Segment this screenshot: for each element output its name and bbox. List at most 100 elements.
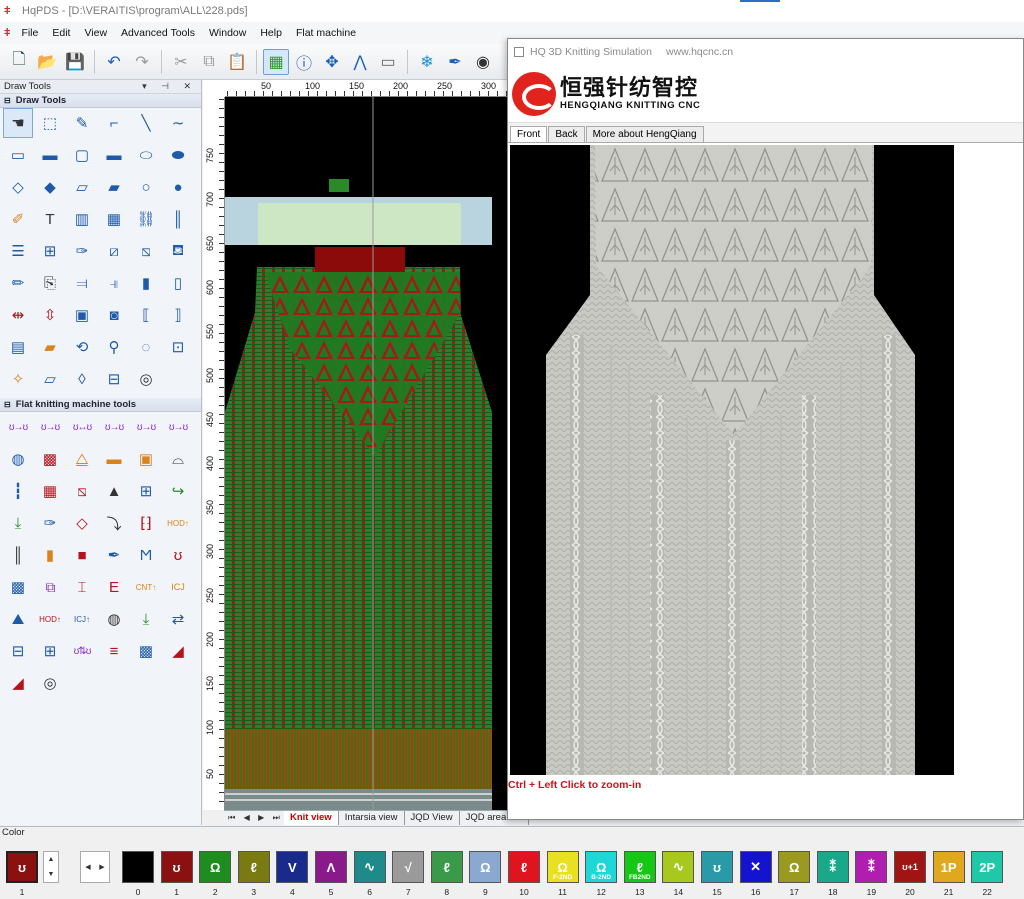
down-x-icon[interactable]: ⤓ [131,604,161,634]
diamond-select-icon[interactable]: ◊ [67,364,97,394]
tab-more-about[interactable]: More about HengQiang [585,126,704,142]
color-swatch-11[interactable]: Ω F-2ND [546,851,579,883]
rect-outline-icon[interactable]: ▭ [3,140,33,170]
last-tab-icon[interactable]: ⏭ [273,813,280,823]
pin-icon[interactable]: ✑ [67,236,97,266]
current-color-swatch[interactable]: ʊ [6,851,38,883]
mirror-v-icon[interactable]: ⇳ [35,300,65,330]
color-swatch-20[interactable]: ʊ+1 [894,851,926,883]
bracket2-icon[interactable]: ⟧ [163,300,193,330]
rect-fill-icon[interactable]: ▬ [35,140,65,170]
color-spin-vertical[interactable]: ▲ ▼ [43,851,59,883]
color-swatch-0[interactable] [122,851,154,883]
blur-icon[interactable]: ▩ [131,636,161,666]
first-tab-icon[interactable]: ⏮ [228,813,235,823]
knit-pattern-canvas[interactable] [225,97,508,810]
color-swatch-19[interactable]: ⁑ [855,851,888,883]
bracket-red-icon[interactable]: ⁅⁆ [131,508,161,538]
menu-flat-machine[interactable]: Flat machine [289,27,363,39]
dropper-icon[interactable]: ✒ [99,540,129,570]
bucket-icon[interactable]: ⛾ [163,236,193,266]
dropper-blue-icon[interactable]: ✑ [35,508,65,538]
path-icon[interactable]: ⋀ [347,49,373,75]
bar-chart-icon[interactable]: ▮ [131,268,161,298]
bars-icon[interactable]: ║ [163,204,193,234]
text-icon[interactable]: T [35,204,65,234]
i-beam-icon[interactable]: ⌶ [67,572,97,602]
color-swatch-15[interactable]: ʊ [701,851,733,883]
target-icon[interactable]: ◎ [131,364,161,394]
stack-icon[interactable]: ⊟ [99,364,129,394]
magic-wand-icon[interactable]: ✧ [3,364,33,394]
tab-knit-view[interactable]: Knit view [284,811,339,825]
strip-icon[interactable]: ▬ [99,444,129,474]
diamond-fill-icon[interactable]: ◆ [35,172,65,202]
tab-nav-arrows[interactable]: ⏮ ◀ ▶ ⏭ [224,813,284,823]
eyedropper-icon[interactable]: ✐ [3,204,33,234]
parallelogram-fill-icon[interactable]: ▰ [99,172,129,202]
frame2-icon[interactable]: ◙ [99,300,129,330]
diamond-outline-icon[interactable]: ◇ [3,172,33,202]
pen-icon[interactable]: ✒ [442,49,468,75]
corner-triangle-icon[interactable]: ◢ [163,636,193,666]
color-block-icon[interactable]: ▮ [35,540,65,570]
swatch-icon[interactable]: ▩ [35,444,65,474]
group-flat-knitting[interactable]: ⊟ Flat knitting machine tools [0,398,201,412]
layout-icon[interactable]: ⊞ [35,636,65,666]
transfer-all-icon[interactable]: ʊ→ʊ [163,412,193,442]
bar-chart2-icon[interactable]: ▯ [163,268,193,298]
yarn-icon[interactable]: ◍ [3,444,33,474]
zoom-icon[interactable]: ⚲ [99,332,129,362]
align-center-icon[interactable]: ⫣ [99,268,129,298]
group-draw-tools[interactable]: ⊟ Draw Tools [0,94,201,108]
bell-icon[interactable]: ▲ [99,476,129,506]
bracket-icon[interactable]: ⟦ [131,300,161,330]
tab-jqd-view[interactable]: JQD View [405,811,460,825]
color-swatch-14[interactable]: ∿ [662,851,695,883]
round-rect-outline-icon[interactable]: ▢ [67,140,97,170]
landscape-icon[interactable]: ⛰ [3,604,33,634]
transform-icon[interactable]: ⊡ [163,332,193,362]
picture-icon[interactable]: ▤ [3,332,33,362]
hod-icon[interactable]: HOD↑ [163,508,193,538]
blocks-icon[interactable]: ⊞ [35,236,65,266]
menu-window[interactable]: Window [202,27,253,39]
grid-icon[interactable]: ▦ [263,48,289,75]
mosaic-icon[interactable]: ▩ [3,572,33,602]
columns-icon[interactable]: ▥ [67,204,97,234]
rotate-icon[interactable]: ⟲ [67,332,97,362]
brush-icon[interactable]: ✏ [3,268,33,298]
diamond-red-icon[interactable]: ◇ [67,508,97,538]
menu-file[interactable]: File [14,27,45,39]
line-icon[interactable]: ╲ [131,108,161,138]
menu-edit[interactable]: Edit [45,27,77,39]
redo-arrow-icon[interactable]: ↪ [163,476,193,506]
move-icon[interactable]: ✥ [319,49,345,75]
tuck-icon[interactable]: ʊ [163,540,193,570]
tab-front[interactable]: Front [510,126,548,142]
color-swatch-8[interactable]: ℓ [430,851,463,883]
eraser-icon[interactable]: ▰ [35,332,65,362]
color-swatch-7[interactable]: √ [392,851,425,883]
chain-icon[interactable]: ⛓ [131,204,161,234]
color-swatch-3[interactable]: ℓ [237,851,270,883]
ellipse-fill-icon[interactable]: ⬬ [163,140,193,170]
triangles-icon[interactable]: ⧋ [67,444,97,474]
align-left-icon[interactable]: ⫤ [67,268,97,298]
color-swatch-21[interactable]: 1P [932,851,965,883]
spin-left-icon[interactable]: ◀ [85,863,90,871]
new-file-icon[interactable]: 🗋 [6,49,32,75]
erase-block-icon[interactable]: ▱ [35,364,65,394]
color-swatch-10[interactable]: ℓ [508,851,540,883]
hand-icon[interactable]: ☚ [3,108,33,138]
color-swatch-12[interactable]: Ω B-2ND [585,851,618,883]
circle-fill-icon[interactable]: ● [163,172,193,202]
chart-icon[interactable]: ⧅ [67,476,97,506]
rows-icon[interactable]: ☰ [3,236,33,266]
dash-lines-icon[interactable]: ≡ [99,636,129,666]
color-swatch-2[interactable]: Ω [199,851,232,883]
transfer-right-icon[interactable]: ʊ→ʊ [35,412,65,442]
wave-m-icon[interactable]: Ϻ [131,540,161,570]
icj-icon[interactable]: ICJ [163,572,193,602]
open-folder-icon[interactable]: 📂 [34,49,60,75]
